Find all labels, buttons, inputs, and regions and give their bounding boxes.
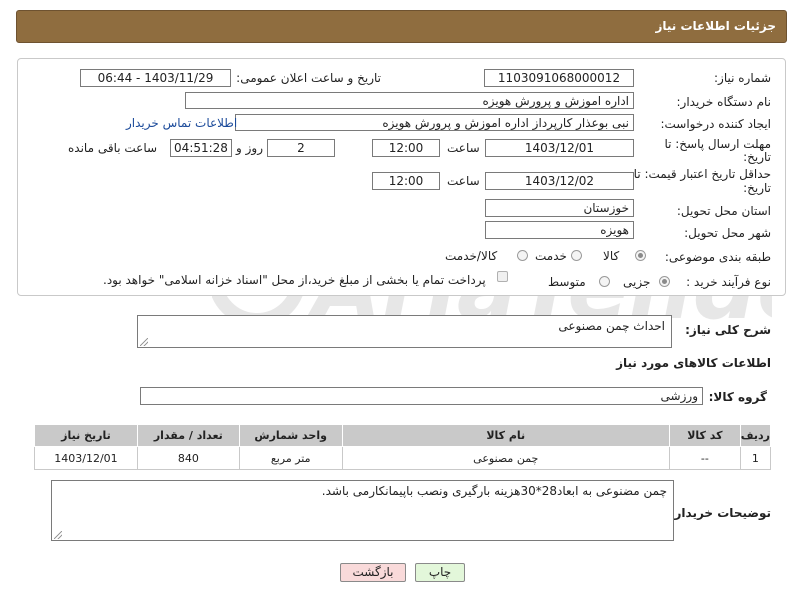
price-validity-date-field: 1403/12/02 [485, 172, 634, 190]
print-button[interactable]: چاپ [415, 563, 465, 582]
purchase-type-option-medium: متوسط [548, 275, 586, 289]
remaining-days-field: 2 [267, 139, 335, 157]
cell-code: -- [668, 446, 741, 470]
remaining-time-field: 04:51:28 [170, 139, 232, 157]
delivery-province-label: استان محل تحویل: [676, 204, 771, 218]
price-validity-time-field: 12:00 [372, 172, 440, 190]
col-header-name: نام کالا [341, 424, 670, 447]
days-label: روز و [236, 141, 263, 155]
need-number-label: شماره نیاز: [714, 71, 771, 85]
creator-field: نبی بوعذار کارپرداز اداره اموزش و پرورش … [235, 114, 634, 131]
creator-label: ایجاد کننده درخواست: [660, 117, 771, 131]
buyer-notes-label: توضیحات خریدار: [669, 506, 771, 520]
purchase-type-label: نوع فرآیند خرید : [686, 275, 771, 289]
buyer-contact-link[interactable]: اطلاعات تماس خریدار [126, 116, 237, 130]
price-validity-label-date: تاریخ: [743, 181, 771, 195]
category-label: طبقه بندی موضوعی: [664, 250, 771, 264]
need-number-field: 1103091068000012 [484, 69, 634, 87]
category-radio-service[interactable] [571, 250, 582, 261]
deadline-date-field: 1403/12/01 [485, 139, 634, 157]
page-title: جزئیات اطلاعات نیاز [655, 19, 776, 33]
description-label: شرح کلی نیاز: [685, 323, 771, 337]
deadline-time-label: ساعت [447, 141, 480, 155]
col-header-row: ردیف [739, 424, 772, 447]
col-header-code: کد کالا [668, 424, 741, 447]
category-option-goods: کالا [603, 249, 620, 263]
treasury-payment-note: پرداخت تمام یا بخشی از مبلغ خرید،از محل … [103, 273, 486, 287]
delivery-city-label: شهر محل تحویل: [684, 226, 771, 240]
col-header-quantity: تعداد / مقدار [136, 424, 240, 447]
col-header-date: تاریخ نیاز [34, 424, 138, 447]
goods-section-title: اطلاعات کالاهای مورد نیاز [616, 356, 771, 370]
buyer-org-label: نام دستگاه خریدار: [676, 95, 772, 109]
purchase-type-radio-minor[interactable] [659, 276, 670, 287]
category-radio-goods[interactable] [635, 250, 646, 261]
deadline-time-field: 12:00 [372, 139, 440, 157]
table-row: 1 -- چمن مصنوعی متر مربع 840 1403/12/01 [34, 446, 772, 470]
cell-unit: متر مربع [238, 446, 343, 470]
announce-datetime-label: تاریخ و ساعت اعلان عمومی: [236, 71, 381, 85]
deadline-label: مهلت ارسال پاسخ: تا [664, 137, 771, 151]
cell-quantity: 840 [136, 446, 240, 470]
cell-row: 1 [739, 446, 772, 470]
announce-datetime-field: 1403/11/29 - 06:44 [80, 69, 231, 87]
cell-name: چمن مصنوعی [341, 446, 670, 470]
delivery-province-field: خوزستان [485, 199, 634, 217]
items-table-header: ردیف کد کالا نام کالا واحد شمارش تعداد /… [34, 424, 772, 447]
category-option-service: خدمت [535, 249, 567, 263]
deadline-label-date: تاریخ: [743, 150, 771, 164]
purchase-type-option-minor: جزیی [623, 275, 651, 289]
delivery-city-field: هویزه [485, 221, 634, 239]
price-validity-label: حداقل تاریخ اعتبار قیمت: تا [633, 167, 771, 181]
purchase-type-radio-medium[interactable] [599, 276, 610, 287]
description-textarea[interactable]: احداث چمن مصنوعی [137, 315, 672, 348]
back-button[interactable]: بازگشت [340, 563, 406, 582]
remaining-label: ساعت باقی مانده [68, 141, 158, 155]
page-header: جزئیات اطلاعات نیاز [16, 10, 787, 43]
category-option-goods-service: کالا/خدمت [445, 249, 498, 263]
price-validity-time-label: ساعت [447, 174, 480, 188]
category-radio-goods-service[interactable] [517, 250, 528, 261]
goods-group-label: گروه کالا: [708, 390, 767, 404]
description-text: احداث چمن مصنوعی [558, 319, 665, 333]
treasury-payment-checkbox[interactable] [497, 271, 508, 282]
buyer-org-field: اداره اموزش و پرورش هویزه [185, 92, 634, 109]
col-header-unit: واحد شمارش [238, 424, 343, 447]
resize-grip-icon[interactable] [140, 338, 148, 346]
buyer-notes-textarea[interactable]: چمن مضنوعی به ابعاد28*30هزینه بارگیری ون… [51, 480, 674, 541]
goods-group-field: ورزشی [140, 387, 703, 405]
buyer-notes-text: چمن مضنوعی به ابعاد28*30هزینه بارگیری ون… [321, 484, 667, 498]
resize-grip-icon[interactable] [54, 531, 62, 539]
cell-date: 1403/12/01 [34, 446, 138, 470]
items-table: ردیف کد کالا نام کالا واحد شمارش تعداد /… [34, 424, 772, 470]
